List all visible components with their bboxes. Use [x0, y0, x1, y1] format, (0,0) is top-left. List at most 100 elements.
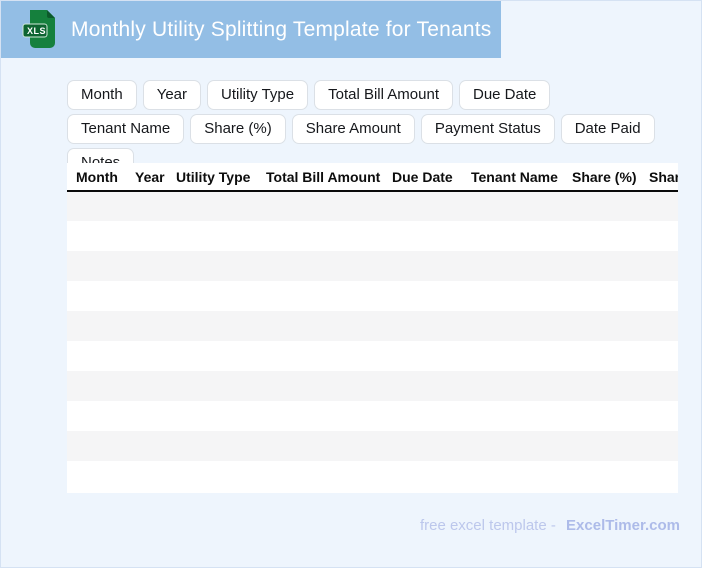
- table-cell: [67, 221, 126, 251]
- table-cell: [383, 311, 462, 341]
- table-cell: [383, 371, 462, 401]
- table-cell: [563, 311, 640, 341]
- table-cell: [563, 341, 640, 371]
- table-cell: [126, 281, 167, 311]
- table-row: [67, 281, 678, 311]
- table-cell: [563, 461, 640, 491]
- template-table-container: Month Year Utility Type Total Bill Amount Du…: [67, 163, 678, 493]
- table-cell: [67, 371, 126, 401]
- chip-due-date[interactable]: Due Date: [459, 80, 551, 110]
- table-cell: [383, 431, 462, 461]
- table-cell: [167, 401, 257, 431]
- table-cell: [67, 191, 126, 221]
- table-row: [67, 311, 678, 341]
- table-cell: [563, 371, 640, 401]
- table-cell: [257, 311, 383, 341]
- table-cell: [167, 221, 257, 251]
- table-cell: [167, 371, 257, 401]
- table-cell: [126, 431, 167, 461]
- footer-credit: free excel template - ExcelTimer.com: [420, 517, 680, 534]
- header-banner: XLS Monthly Utility Splitting Template f…: [1, 1, 501, 58]
- table-cell: [257, 251, 383, 281]
- table-cell: [640, 311, 678, 341]
- column-header-total-bill-amount: Total Bill Amount: [257, 163, 383, 192]
- table-cell: [462, 251, 563, 281]
- table-row: [67, 461, 678, 491]
- table-cell: [257, 401, 383, 431]
- table-row: [67, 371, 678, 401]
- column-header-share: Share (%): [563, 163, 640, 192]
- table-cell: [383, 251, 462, 281]
- table-cell: [167, 341, 257, 371]
- page-title: Monthly Utility Splitting Template for T…: [71, 17, 492, 41]
- table-cell: [640, 281, 678, 311]
- table-cell: [257, 461, 383, 491]
- table-cell: [257, 281, 383, 311]
- table-cell: [640, 191, 678, 221]
- chip-year[interactable]: Year: [142, 80, 202, 110]
- table-cell: [126, 251, 167, 281]
- table-cell: [640, 221, 678, 251]
- table-cell: [67, 251, 126, 281]
- table-cell: [67, 311, 126, 341]
- table-cell: [257, 431, 383, 461]
- table-cell: [257, 341, 383, 371]
- chip-month[interactable]: Month: [67, 80, 137, 110]
- column-header-year: Year: [126, 163, 167, 192]
- chip-utility-type[interactable]: Utility Type: [207, 80, 309, 110]
- chip-payment-status[interactable]: Payment Status: [420, 114, 555, 144]
- table-cell: [462, 401, 563, 431]
- table-cell: [167, 431, 257, 461]
- table-cell: [257, 371, 383, 401]
- table-row: [67, 191, 678, 221]
- table-cell: [167, 191, 257, 221]
- table-cell: [563, 191, 640, 221]
- column-header-month: Month: [67, 163, 126, 192]
- table-row: [67, 341, 678, 371]
- chip-share[interactable]: Share (%): [190, 114, 286, 144]
- table-row: [67, 431, 678, 461]
- table-cell: [67, 401, 126, 431]
- table-cell: [640, 401, 678, 431]
- table-cell: [67, 431, 126, 461]
- table-cell: [462, 191, 563, 221]
- table-cell: [383, 341, 462, 371]
- table-cell: [126, 311, 167, 341]
- chip-share-amount[interactable]: Share Amount: [291, 114, 415, 144]
- table-cell: [167, 251, 257, 281]
- table-cell: [67, 341, 126, 371]
- footer-brand-link[interactable]: ExcelTimer.com: [566, 517, 680, 534]
- table-cell: [167, 461, 257, 491]
- table-cell: [126, 341, 167, 371]
- table-cell: [563, 431, 640, 461]
- chip-date-paid[interactable]: Date Paid: [560, 114, 655, 144]
- table-cell: [383, 191, 462, 221]
- table-cell: [640, 431, 678, 461]
- table-cell: [563, 281, 640, 311]
- table-cell: [563, 251, 640, 281]
- table-cell: [67, 281, 126, 311]
- table-cell: [257, 221, 383, 251]
- table-cell: [126, 191, 167, 221]
- table-cell: [462, 371, 563, 401]
- table-cell: [462, 221, 563, 251]
- table-cell: [257, 191, 383, 221]
- table-cell: [126, 371, 167, 401]
- table-cell: [640, 371, 678, 401]
- table-cell: [126, 401, 167, 431]
- table-cell: [462, 431, 563, 461]
- table-cell: [462, 311, 563, 341]
- table-cell: [640, 251, 678, 281]
- svg-text:XLS: XLS: [27, 26, 46, 36]
- table-cell: [462, 281, 563, 311]
- table-cell: [640, 461, 678, 491]
- table-cell: [462, 461, 563, 491]
- column-header-utility-type: Utility Type: [167, 163, 257, 192]
- table-cell: [126, 461, 167, 491]
- chip-total-bill-amount[interactable]: Total Bill Amount: [314, 80, 453, 110]
- table-header-row: Month Year Utility Type Total Bill Amount Du…: [67, 163, 678, 192]
- chip-tenant-name[interactable]: Tenant Name: [67, 114, 185, 144]
- table-cell: [383, 461, 462, 491]
- column-header-share-amount: Share Amount: [640, 163, 678, 192]
- column-header-due-date: Due Date: [383, 163, 462, 192]
